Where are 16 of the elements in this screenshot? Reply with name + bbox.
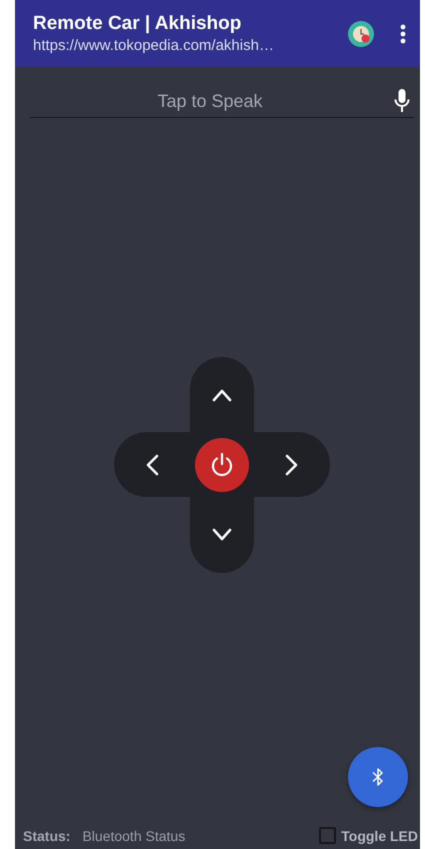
app-subtitle: https://www.tokopedia.com/akhish… [33, 37, 275, 54]
led-checkbox[interactable] [319, 827, 336, 844]
app-title: Remote Car | Akhishop [33, 13, 242, 35]
status-value: Bluetooth Status [82, 828, 186, 844]
status-label: Status: [23, 828, 70, 844]
microphone-icon [394, 89, 410, 113]
chevron-icon [285, 454, 299, 476]
clock-avatar-icon [348, 20, 374, 46]
chevron-icon [212, 388, 232, 402]
chevron-icon [145, 454, 159, 476]
speech-field[interactable]: Tap to Speak [30, 90, 390, 112]
bluetooth-icon [372, 767, 384, 787]
chevron-icon [212, 528, 232, 542]
menu-icon [400, 24, 406, 44]
toggle-led-label: Toggle LED [341, 828, 419, 844]
power-icon [210, 452, 234, 478]
